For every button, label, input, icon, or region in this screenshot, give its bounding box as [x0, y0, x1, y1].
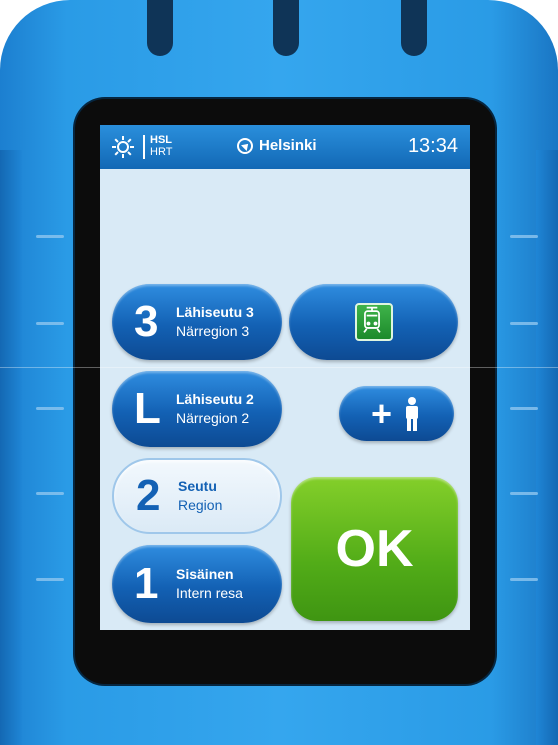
location-arrow-icon — [237, 137, 253, 154]
device-right-edge — [536, 150, 558, 745]
device-clip — [147, 0, 173, 56]
device-groove — [36, 407, 64, 410]
zone-number: 1 — [134, 559, 159, 608]
location-label: Helsinki — [259, 137, 317, 154]
location-indicator: Helsinki — [237, 137, 317, 154]
zone-number: L — [134, 384, 161, 433]
zone-button-2[interactable]: 2 Seutu Region — [112, 458, 282, 534]
zone-button-3[interactable]: 3 Lähiseutu 3 Närregion 3 — [112, 284, 282, 360]
status-separator — [143, 135, 145, 159]
logo-line-1: HSL — [150, 134, 172, 146]
ok-button[interactable]: OK — [291, 477, 458, 621]
device-groove — [36, 322, 64, 325]
clock: 13:34 — [407, 135, 458, 157]
add-passenger-button[interactable]: + — [339, 386, 454, 441]
vehicle-type-button[interactable] — [289, 284, 458, 360]
device-groove — [510, 578, 538, 581]
zone-title: Lähiseutu 2 — [176, 391, 254, 407]
zone-subtitle: Intern resa — [176, 585, 243, 601]
zone-title: Lähiseutu 3 — [176, 304, 254, 320]
device-groove — [510, 322, 538, 325]
logo-line-2: HRT — [150, 146, 173, 158]
device-groove — [510, 407, 538, 410]
person-icon — [406, 396, 419, 431]
device-groove — [36, 235, 64, 238]
settings-gear-icon[interactable] — [110, 134, 136, 160]
zone-number: 2 — [136, 471, 161, 520]
zone-subtitle: Region — [178, 497, 223, 513]
hsl-logo: HSL HRT — [150, 134, 172, 158]
zone-subtitle: Närregion 3 — [176, 323, 250, 339]
device-clip — [401, 0, 427, 56]
zone-button-1[interactable]: 1 Sisäinen Intern resa — [112, 545, 282, 623]
device-clip — [273, 0, 299, 56]
device-groove — [510, 235, 538, 238]
device-groove — [36, 578, 64, 581]
plus-icon: + — [370, 392, 393, 434]
ticket-device: HSL HRT Helsinki 13:34 3 Lähiseutu 3 När… — [0, 0, 558, 745]
zone-button-l[interactable]: L Lähiseutu 2 Närregion 2 — [112, 371, 282, 447]
zone-title: Seutu — [178, 478, 217, 494]
zone-title: Sisäinen — [176, 566, 234, 582]
zone-number: 3 — [134, 297, 159, 346]
device-seam — [0, 367, 558, 368]
status-bar: HSL HRT Helsinki 13:34 — [100, 125, 470, 169]
zone-subtitle: Närregion 2 — [176, 410, 250, 426]
touch-screen: HSL HRT Helsinki 13:34 3 Lähiseutu 3 När… — [100, 125, 470, 630]
device-groove — [510, 492, 538, 495]
device-groove — [36, 492, 64, 495]
tram-icon — [354, 303, 393, 341]
device-left-edge — [0, 150, 22, 745]
